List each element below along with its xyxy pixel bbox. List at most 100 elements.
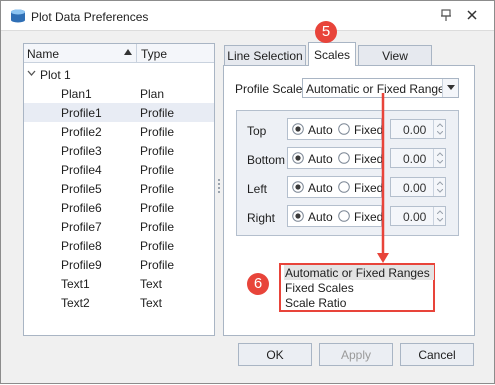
chevron-up-icon[interactable] bbox=[437, 181, 443, 185]
chevron-down-icon[interactable] bbox=[27, 70, 36, 77]
auto-fixed-radio-group: Auto Fixed bbox=[287, 118, 383, 140]
profile-scales-select[interactable]: Automatic or Fixed Ranges bbox=[302, 78, 459, 98]
fixed-radio-label[interactable]: Fixed bbox=[354, 181, 383, 195]
chevron-up-icon[interactable] bbox=[437, 123, 443, 127]
tree-cell-name: Profile7 bbox=[61, 220, 102, 234]
auto-radio[interactable] bbox=[292, 181, 304, 193]
left-value-spinner[interactable]: 0.00 bbox=[390, 177, 446, 197]
chevron-up-icon[interactable] bbox=[437, 152, 443, 156]
tree-cell-type: Profile bbox=[140, 239, 175, 253]
tree-row[interactable]: Profile2 Profile bbox=[24, 122, 214, 141]
tree-cell-type: Plan bbox=[140, 87, 165, 101]
tab-scales[interactable]: Scales bbox=[308, 42, 356, 66]
bottom-value-spinner[interactable]: 0.00 bbox=[390, 148, 446, 168]
column-header-name[interactable]: Name bbox=[27, 47, 59, 61]
tree-row[interactable]: Plan1 Plan bbox=[24, 84, 214, 103]
database-icon bbox=[11, 9, 25, 23]
fixed-radio[interactable] bbox=[338, 181, 350, 193]
tree-root-label: Plot 1 bbox=[40, 68, 71, 82]
tree-row[interactable]: Profile5 Profile bbox=[24, 179, 214, 198]
option-fixed-scales[interactable]: Fixed Scales bbox=[284, 280, 434, 295]
fixed-radio-label[interactable]: Fixed bbox=[354, 152, 383, 166]
chevron-down-icon[interactable] bbox=[437, 218, 443, 222]
chevron-down-icon[interactable] bbox=[437, 131, 443, 135]
scale-row-label: Right bbox=[247, 211, 276, 225]
chevron-down-icon[interactable] bbox=[437, 189, 443, 193]
cancel-button[interactable]: Cancel bbox=[400, 343, 474, 366]
column-divider[interactable] bbox=[136, 44, 137, 63]
tree-cell-name: Profile1 bbox=[61, 106, 102, 120]
ok-button[interactable]: OK bbox=[238, 343, 312, 366]
pin-icon[interactable] bbox=[439, 8, 453, 22]
tree-row[interactable]: Profile9 Profile bbox=[24, 255, 214, 274]
auto-radio-label[interactable]: Auto bbox=[308, 210, 333, 224]
tree-cell-type: Profile bbox=[140, 125, 175, 139]
tree-cell-type: Text bbox=[140, 277, 163, 291]
tree-row[interactable]: Profile8 Profile bbox=[24, 236, 214, 255]
top-value-spinner[interactable]: 0.00 bbox=[390, 119, 446, 139]
auto-radio-label[interactable]: Auto bbox=[308, 123, 333, 137]
right-value-spinner[interactable]: 0.00 bbox=[390, 206, 446, 226]
chevron-down-icon[interactable] bbox=[437, 160, 443, 164]
scale-row-label: Top bbox=[247, 124, 267, 138]
spinner-value: 0.00 bbox=[403, 210, 427, 224]
auto-radio-label[interactable]: Auto bbox=[308, 152, 333, 166]
chevron-down-icon bbox=[447, 85, 455, 90]
tab-view-settings[interactable]: View Settings bbox=[358, 45, 432, 77]
tree-cell-name: Profile4 bbox=[61, 163, 102, 177]
profile-scales-options-list: Automatic or Fixed Ranges Fixed Scales S… bbox=[279, 263, 435, 312]
auto-radio[interactable] bbox=[292, 152, 304, 164]
tree-cell-type: Profile bbox=[140, 163, 175, 177]
tree-cell-name: Profile6 bbox=[61, 201, 102, 215]
tree-row-selected[interactable]: Profile1 Profile bbox=[24, 103, 214, 122]
spinner-buttons[interactable] bbox=[433, 207, 445, 225]
tree-cell-name: Profile3 bbox=[61, 144, 102, 158]
plot-tree-list[interactable]: Name Type Plot 1 Plan1 Plan Profile1 Profi… bbox=[23, 43, 215, 336]
spinner-buttons[interactable] bbox=[433, 120, 445, 138]
scale-ranges-group: Top Auto Fixed 0.00 Bottom Auto Fixed 0.… bbox=[236, 110, 459, 236]
auto-radio-label[interactable]: Auto bbox=[308, 181, 333, 195]
option-automatic-or-fixed-ranges[interactable]: Automatic or Fixed Ranges bbox=[284, 265, 434, 280]
tree-cell-name: Text1 bbox=[61, 277, 90, 291]
tree-cell-name: Text2 bbox=[61, 296, 90, 310]
tree-cell-name: Profile8 bbox=[61, 239, 102, 253]
close-icon[interactable] bbox=[465, 8, 479, 22]
tree-cell-type: Profile bbox=[140, 258, 175, 272]
fixed-radio-label[interactable]: Fixed bbox=[354, 123, 383, 137]
fixed-radio[interactable] bbox=[338, 152, 350, 164]
sort-ascending-icon bbox=[124, 49, 132, 55]
auto-radio[interactable] bbox=[292, 210, 304, 222]
scale-row-bottom: Bottom Auto Fixed 0.00 bbox=[237, 145, 460, 169]
spinner-buttons[interactable] bbox=[433, 149, 445, 167]
tree-root-plot[interactable]: Plot 1 bbox=[24, 65, 214, 84]
tree-row[interactable]: Profile6 Profile bbox=[24, 198, 214, 217]
tree-row[interactable]: Text2 Text bbox=[24, 293, 214, 312]
tree-row[interactable]: Profile4 Profile bbox=[24, 160, 214, 179]
tree-cell-name: Plan1 bbox=[61, 87, 92, 101]
option-scale-ratio[interactable]: Scale Ratio bbox=[284, 295, 434, 310]
tree-cell-name: Profile5 bbox=[61, 182, 102, 196]
splitter-grip[interactable] bbox=[218, 179, 221, 197]
tree-cell-type: Profile bbox=[140, 144, 175, 158]
apply-button[interactable]: Apply bbox=[319, 343, 393, 366]
scale-row-right: Right Auto Fixed 0.00 bbox=[237, 203, 460, 227]
spinner-value: 0.00 bbox=[403, 181, 427, 195]
auto-fixed-radio-group: Auto Fixed bbox=[287, 147, 383, 169]
tree-cell-name: Profile2 bbox=[61, 125, 102, 139]
fixed-radio[interactable] bbox=[338, 123, 350, 135]
title-bar: Plot Data Preferences bbox=[1, 1, 494, 31]
profile-scales-dropdown-button[interactable] bbox=[442, 79, 458, 97]
window-title: Plot Data Preferences bbox=[31, 10, 149, 24]
tree-row[interactable]: Profile7 Profile bbox=[24, 217, 214, 236]
column-header-type[interactable]: Type bbox=[141, 47, 167, 61]
tree-row[interactable]: Profile3 Profile bbox=[24, 141, 214, 160]
tab-line-selection[interactable]: Line Selection bbox=[224, 45, 306, 65]
fixed-radio[interactable] bbox=[338, 210, 350, 222]
tree-cell-type: Text bbox=[140, 296, 163, 310]
auto-radio[interactable] bbox=[292, 123, 304, 135]
spinner-buttons[interactable] bbox=[433, 178, 445, 196]
chevron-up-icon[interactable] bbox=[437, 210, 443, 214]
auto-fixed-radio-group: Auto Fixed bbox=[287, 205, 383, 227]
fixed-radio-label[interactable]: Fixed bbox=[354, 210, 383, 224]
tree-row[interactable]: Text1 Text bbox=[24, 274, 214, 293]
